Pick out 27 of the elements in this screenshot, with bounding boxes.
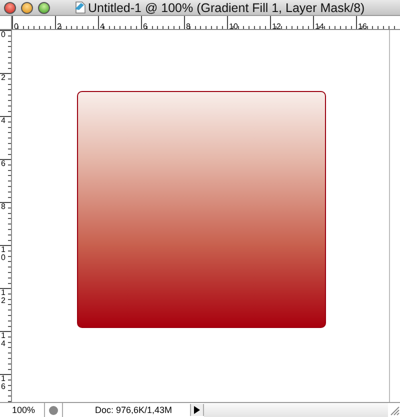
document-icon bbox=[74, 1, 86, 14]
ruler-label: 8 bbox=[185, 22, 190, 29]
ruler-label: 2 bbox=[56, 22, 62, 29]
document-info: Doc: 976,6K/1,43M bbox=[94, 405, 174, 415]
ruler-label: 4 bbox=[0, 117, 6, 125]
ruler-label: 16 bbox=[0, 375, 6, 391]
minimize-button[interactable] bbox=[21, 2, 33, 14]
ruler-label: 8 bbox=[0, 203, 6, 211]
ruler-label: 0 bbox=[0, 31, 6, 39]
ruler-label: 2 bbox=[0, 74, 6, 82]
zoom-level[interactable]: 100% bbox=[0, 403, 45, 417]
window-title: Untitled-1 @ 100% (Gradient Fill 1, Layer Mask/8) bbox=[88, 0, 365, 14]
ruler-label: 14 bbox=[314, 22, 324, 29]
ruler-label: 14 bbox=[0, 332, 6, 348]
ruler-label: 6 bbox=[0, 160, 6, 168]
ruler-label: 16 bbox=[357, 22, 367, 29]
zoom-button[interactable] bbox=[38, 2, 50, 14]
ruler-label: 10 bbox=[0, 246, 6, 262]
ruler-label: 12 bbox=[0, 289, 6, 305]
ruler-label: 4 bbox=[99, 22, 104, 29]
ruler-label: 12 bbox=[271, 22, 281, 29]
ruler-label: 6 bbox=[142, 22, 148, 29]
ruler-label: 10 bbox=[228, 22, 238, 29]
resize-grip-icon[interactable] bbox=[388, 404, 400, 416]
close-button[interactable] bbox=[4, 2, 16, 14]
play-icon[interactable] bbox=[190, 404, 204, 416]
ruler-label: 0 bbox=[13, 22, 18, 29]
